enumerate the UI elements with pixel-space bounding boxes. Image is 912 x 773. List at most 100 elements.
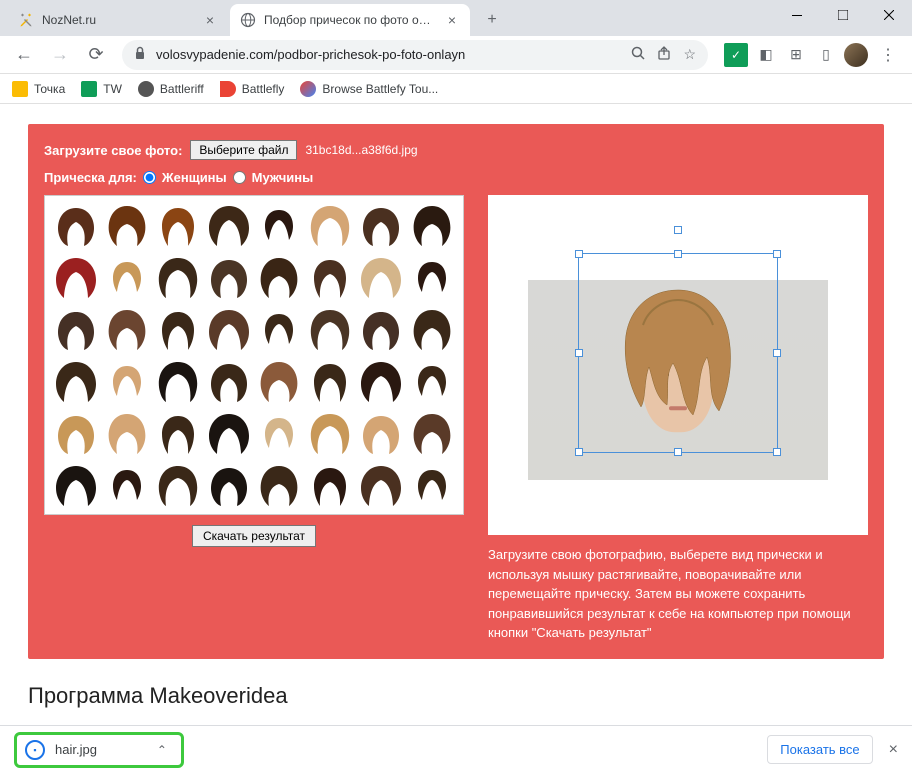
hairstyle-thumb[interactable]	[306, 254, 354, 302]
file-select-button[interactable]: Выберите файл	[190, 140, 297, 160]
hairstyle-thumb[interactable]	[154, 358, 202, 406]
hairstyle-thumb[interactable]	[408, 462, 456, 510]
close-icon[interactable]: ×	[444, 12, 460, 28]
hairstyle-thumb[interactable]	[103, 410, 151, 458]
photo-preview[interactable]	[488, 195, 868, 535]
minimize-button[interactable]	[774, 0, 820, 30]
profile-avatar[interactable]	[844, 43, 868, 67]
hairstyle-thumb[interactable]	[408, 358, 456, 406]
hairstyle-thumb[interactable]	[255, 358, 303, 406]
new-tab-button[interactable]: +	[478, 6, 506, 34]
ext-icon[interactable]: ⊞	[784, 43, 808, 67]
bookmark-item[interactable]: Battleriff	[138, 81, 204, 97]
browser-tab-active[interactable]: Подбор причесок по фото онла ×	[230, 4, 470, 36]
back-button[interactable]: ←	[8, 39, 40, 71]
address-bar[interactable]: volosvypadenie.com/podbor-prichesok-po-f…	[122, 40, 708, 70]
page-content: Загрузите свое фото: Выберите файл 31bc1…	[0, 104, 912, 725]
hairstyle-thumb[interactable]	[357, 202, 405, 250]
hairstyle-thumb[interactable]	[52, 358, 100, 406]
hairstyle-thumb[interactable]	[255, 462, 303, 510]
bookmark-item[interactable]: TW	[81, 81, 122, 97]
hairstyle-thumb[interactable]	[255, 202, 303, 250]
hairstyle-thumb[interactable]	[205, 358, 253, 406]
download-result-button[interactable]: Скачать результат	[192, 525, 316, 547]
hairstyle-thumb[interactable]	[408, 202, 456, 250]
bookmark-item[interactable]: Точка	[12, 81, 65, 97]
hairstyle-thumb[interactable]	[103, 358, 151, 406]
hairstyle-thumb[interactable]	[103, 202, 151, 250]
hairstyle-thumb[interactable]	[205, 410, 253, 458]
search-icon[interactable]	[631, 46, 645, 63]
hairstyle-thumb[interactable]	[52, 202, 100, 250]
hairstyle-thumb[interactable]	[255, 254, 303, 302]
hairstyle-thumb[interactable]	[103, 306, 151, 354]
hairstyle-thumb[interactable]	[205, 306, 253, 354]
ext-icon[interactable]: ▯	[814, 43, 838, 67]
hairstyle-thumb[interactable]	[154, 254, 202, 302]
download-item[interactable]: ▪ hair.jpg ⌃	[14, 732, 184, 768]
hairstyle-thumb[interactable]	[52, 462, 100, 510]
hairstyle-thumb[interactable]	[306, 410, 354, 458]
selection-box[interactable]	[578, 253, 778, 453]
maximize-button[interactable]	[820, 0, 866, 30]
radio-male[interactable]	[233, 171, 246, 184]
hairstyle-thumb[interactable]	[306, 202, 354, 250]
chevron-up-icon[interactable]: ⌃	[157, 743, 167, 757]
bookmark-item[interactable]: Browse Battlefy Tou...	[300, 81, 438, 97]
lock-icon	[134, 46, 146, 63]
upload-row: Загрузите свое фото: Выберите файл 31bc1…	[44, 140, 868, 160]
hairstyle-thumb[interactable]	[154, 202, 202, 250]
hairstyle-thumb[interactable]	[255, 306, 303, 354]
file-icon: ▪	[25, 740, 45, 760]
hairstyle-thumb[interactable]	[357, 358, 405, 406]
star-icon[interactable]: ☆	[683, 46, 696, 63]
browser-tab[interactable]: NozNet.ru ×	[8, 4, 228, 36]
close-icon[interactable]: ×	[202, 12, 218, 28]
hairstyle-thumb[interactable]	[154, 462, 202, 510]
hairstyle-thumb[interactable]	[357, 254, 405, 302]
hairstyle-thumb[interactable]	[357, 462, 405, 510]
section-title: Программа Makeoveridea	[28, 683, 884, 709]
menu-button[interactable]: ⋮	[872, 45, 904, 65]
url-text: volosvypadenie.com/podbor-prichesok-po-f…	[156, 47, 621, 62]
hairstyle-thumb[interactable]	[306, 462, 354, 510]
share-icon[interactable]	[657, 46, 671, 63]
radio-female[interactable]	[143, 171, 156, 184]
ext-icon[interactable]: ◧	[754, 43, 778, 67]
instructions-text: Загрузите свою фотографию, выберете вид …	[488, 545, 868, 643]
download-bar: ▪ hair.jpg ⌃ Показать все ×	[0, 725, 912, 773]
hairstyle-grid[interactable]	[45, 196, 463, 514]
hairstyle-thumb[interactable]	[306, 306, 354, 354]
hairstyle-thumb[interactable]	[408, 410, 456, 458]
hairstyle-thumb[interactable]	[255, 410, 303, 458]
hairstyle-thumb[interactable]	[103, 462, 151, 510]
hairstyle-thumb[interactable]	[357, 410, 405, 458]
tab-title: Подбор причесок по фото онла	[264, 13, 436, 27]
close-icon[interactable]: ×	[889, 741, 898, 759]
download-filename: hair.jpg	[55, 742, 97, 757]
hairstyle-thumb[interactable]	[154, 410, 202, 458]
ext-check-icon[interactable]: ✓	[724, 43, 748, 67]
hairstyle-thumb[interactable]	[52, 410, 100, 458]
bookmark-item[interactable]: Battlefly	[220, 81, 285, 97]
bookmarks-bar: Точка TW Battleriff Battlefly Browse Bat…	[0, 74, 912, 104]
hairstyle-thumb[interactable]	[306, 358, 354, 406]
globe-icon	[240, 12, 256, 28]
hairstyle-thumb[interactable]	[52, 306, 100, 354]
hairstyle-thumb[interactable]	[154, 306, 202, 354]
hairstyle-thumb[interactable]	[205, 254, 253, 302]
hairstyle-thumb[interactable]	[357, 306, 405, 354]
wrench-icon	[18, 12, 34, 28]
hairstyle-thumb[interactable]	[408, 254, 456, 302]
show-all-button[interactable]: Показать все	[767, 735, 872, 764]
hairstyle-thumb[interactable]	[205, 202, 253, 250]
hairstyle-thumb[interactable]	[408, 306, 456, 354]
hairstyle-thumb[interactable]	[103, 254, 151, 302]
reload-button[interactable]: ⟳	[80, 39, 112, 71]
window-controls	[774, 0, 912, 30]
forward-button[interactable]: →	[44, 39, 76, 71]
preview-panel: Загрузите свою фотографию, выберете вид …	[488, 195, 868, 643]
close-window-button[interactable]	[866, 0, 912, 30]
hairstyle-thumb[interactable]	[205, 462, 253, 510]
hairstyle-thumb[interactable]	[52, 254, 100, 302]
